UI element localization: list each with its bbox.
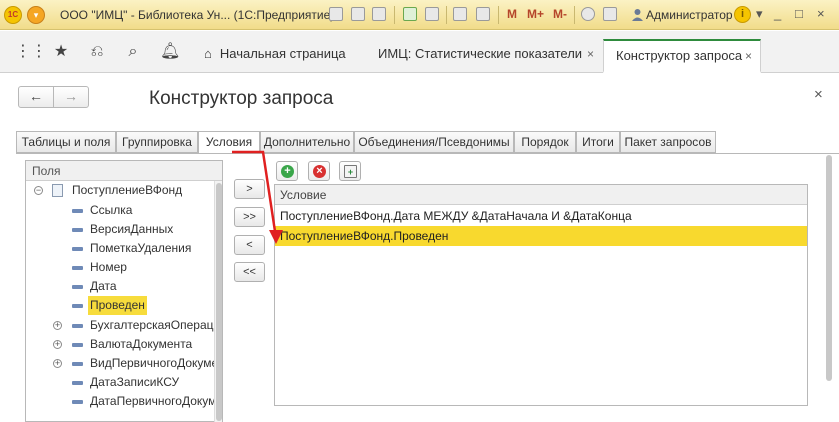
delete-condition-button[interactable]: ×	[308, 161, 330, 181]
memory-m-button[interactable]: M	[507, 7, 517, 21]
minimize-icon[interactable]: _	[774, 6, 781, 21]
back-button[interactable]: ←	[18, 86, 54, 108]
fields-header: Поля	[26, 161, 222, 181]
page-title: Конструктор запроса	[149, 88, 334, 109]
tab-statistics[interactable]: ИМЦ: Статистические показатели ×	[366, 39, 602, 73]
tab-close-icon[interactable]: ×	[745, 41, 752, 71]
tab-conditions[interactable]: Условия	[198, 131, 260, 154]
tab-query-builder[interactable]: Конструктор запроса ×	[603, 39, 761, 73]
calendar-icon[interactable]	[476, 7, 490, 21]
form-close-button[interactable]: ×	[814, 86, 823, 103]
tab-unions-aliases[interactable]: Объединения/Псевдонимы	[354, 131, 514, 153]
fields-scrollbar[interactable]	[214, 181, 222, 422]
window-titlebar: 1С ▾ ООО "ИМЦ" - Библиотека Ун... (1С:Пр…	[0, 0, 839, 30]
info-icon[interactable]: i	[734, 6, 751, 23]
move-left-button[interactable]: <	[234, 235, 265, 255]
memory-minus-button[interactable]: M-	[553, 7, 567, 21]
field-icon	[72, 324, 83, 328]
panels-icon[interactable]	[603, 7, 617, 21]
tab-home[interactable]: ⌂ Начальная страница	[192, 39, 362, 73]
zoom-icon[interactable]	[581, 7, 595, 21]
move-all-right-button[interactable]: >>	[234, 207, 265, 227]
expand-icon[interactable]: +	[53, 340, 62, 349]
preview-icon[interactable]	[372, 7, 386, 21]
delete-icon: ×	[313, 165, 326, 178]
save-icon[interactable]	[329, 7, 343, 21]
main-menu-icon[interactable]: ▾	[27, 6, 45, 24]
search-icon[interactable]: ⌕	[124, 43, 142, 61]
navigation-bar: ⋮⋮ ★ ⎌ ⌕ 🔔︎ ⌂ Начальная страница ИМЦ: Ста…	[0, 31, 839, 73]
field-icon	[72, 343, 83, 347]
form-scrollbar[interactable]	[824, 153, 834, 422]
tab-grouping[interactable]: Группировка	[116, 131, 198, 153]
memory-plus-button[interactable]: M+	[527, 7, 544, 21]
dropdown-icon[interactable]: ▾	[756, 6, 763, 22]
conditions-header: Условие	[275, 185, 807, 205]
field-icon	[72, 266, 83, 270]
fields-tree[interactable]: Поля − ПоступлениеВФонд Ссылка ВерсияДан…	[25, 160, 223, 422]
home-icon: ⌂	[204, 46, 212, 61]
expand-icon[interactable]: +	[53, 321, 62, 330]
app-logo-icon: 1С	[4, 6, 22, 24]
edit-condition-button[interactable]: +	[339, 161, 361, 181]
notifications-bell-icon[interactable]: 🔔︎	[160, 43, 180, 61]
tab-order[interactable]: Порядок	[514, 131, 576, 153]
window-close-icon[interactable]: ×	[817, 6, 825, 21]
move-all-left-button[interactable]: <<	[234, 262, 265, 282]
plus-icon: +	[281, 165, 294, 178]
tab-query-batch[interactable]: Пакет запросов	[620, 131, 716, 153]
tab-tables-fields[interactable]: Таблицы и поля	[16, 131, 116, 153]
calculator-icon[interactable]	[453, 7, 467, 21]
user-name[interactable]: Администратор	[646, 8, 733, 22]
add-favorite-icon[interactable]	[403, 7, 417, 21]
field-icon	[72, 228, 83, 232]
tab-additional[interactable]: Дополнительно	[260, 131, 354, 153]
field-icon	[72, 362, 83, 366]
field-icon	[72, 285, 83, 289]
field-icon	[72, 304, 83, 308]
conditions-table[interactable]: Условие ПоступлениеВФонд.Дата МЕЖДУ &Дат…	[274, 184, 808, 406]
field-icon	[72, 381, 83, 385]
favorites-star-icon[interactable]: ★	[52, 43, 70, 61]
print-icon[interactable]	[351, 7, 365, 21]
history-icon[interactable]: ⎌	[88, 43, 106, 61]
tab-totals[interactable]: Итоги	[576, 131, 620, 153]
field-icon	[72, 247, 83, 251]
table-icon	[52, 184, 63, 197]
forward-button[interactable]: →	[53, 86, 89, 108]
document-edit-icon: +	[344, 165, 357, 178]
add-condition-button[interactable]: +	[276, 161, 298, 181]
collapse-icon[interactable]: −	[34, 186, 43, 195]
apps-grid-icon[interactable]: ⋮⋮	[15, 43, 47, 61]
window-title: ООО "ИМЦ" - Библиотека Ун... (1С:Предпри…	[60, 8, 335, 22]
table-row-selected[interactable]: ПоступлениеВФонд.Проведен	[275, 226, 807, 246]
move-right-button[interactable]: >	[234, 179, 265, 199]
expand-icon[interactable]: +	[53, 359, 62, 368]
user-icon	[632, 9, 643, 21]
table-row[interactable]: ПоступлениеВФонд.Дата МЕЖДУ &ДатаНачала …	[275, 206, 807, 226]
maximize-icon[interactable]: □	[795, 6, 803, 21]
tab-close-icon[interactable]: ×	[587, 39, 594, 69]
field-icon	[72, 209, 83, 213]
field-icon	[72, 400, 83, 404]
link-icon[interactable]	[425, 7, 439, 21]
